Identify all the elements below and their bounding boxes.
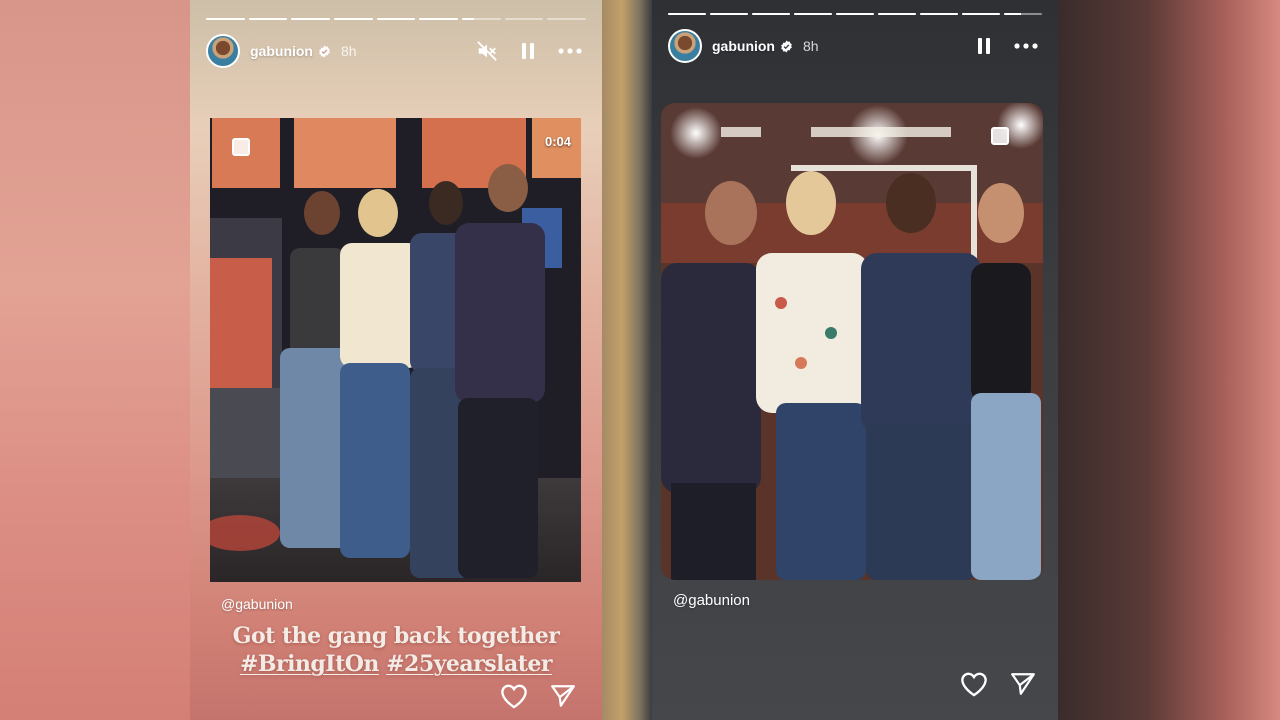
- post-time: 8h: [803, 38, 819, 54]
- progress-segment: [206, 18, 245, 20]
- story-panel-left[interactable]: gabunion 8h 0:04 @gabunion Got the gang …: [190, 0, 602, 720]
- story-progress-bar: [206, 18, 587, 20]
- hashtag-bringiton[interactable]: #BringItOn: [240, 651, 379, 677]
- heart-icon[interactable]: [960, 671, 988, 697]
- send-icon[interactable]: [550, 684, 576, 708]
- progress-segment: [547, 18, 587, 20]
- heart-icon[interactable]: [500, 683, 528, 709]
- story-photo[interactable]: [661, 103, 1043, 580]
- progress-segment: [419, 18, 459, 20]
- username[interactable]: gabunion: [250, 43, 313, 59]
- caption-line: Got the gang back together: [232, 623, 560, 649]
- more-icon[interactable]: [558, 48, 582, 54]
- progress-segment: [334, 18, 373, 20]
- avatar[interactable]: [206, 34, 240, 68]
- progress-segment: [248, 18, 288, 20]
- mention-sticker[interactable]: @gabunion: [221, 596, 293, 612]
- pause-icon[interactable]: [976, 37, 992, 55]
- story-progress-bar: [668, 13, 1042, 15]
- progress-segment: [794, 13, 832, 15]
- hashtag-25yearslater[interactable]: #25yearslater: [386, 651, 552, 677]
- username[interactable]: gabunion: [712, 38, 775, 54]
- progress-segment: [710, 13, 748, 15]
- blurred-backdrop-right: [1058, 0, 1280, 720]
- verified-badge-icon: [780, 40, 793, 53]
- story-header: gabunion 8h: [668, 28, 1038, 64]
- more-icon[interactable]: [1014, 43, 1038, 49]
- progress-segment: [1004, 13, 1042, 15]
- mention-sticker[interactable]: @gabunion: [673, 592, 750, 609]
- progress-segment: [878, 13, 916, 15]
- blurred-backdrop-middle: [602, 0, 652, 720]
- post-time: 8h: [341, 43, 357, 59]
- verified-badge-icon: [318, 45, 331, 58]
- progress-segment: [462, 18, 501, 20]
- progress-segment: [836, 13, 874, 15]
- muted-icon[interactable]: [476, 40, 498, 62]
- story-video[interactable]: 0:04: [210, 118, 581, 582]
- send-icon[interactable]: [1010, 672, 1036, 696]
- progress-segment: [668, 13, 706, 15]
- progress-segment: [376, 18, 416, 20]
- pause-icon[interactable]: [520, 42, 536, 60]
- progress-segment: [752, 13, 790, 15]
- story-caption: Got the gang back together #BringItOn #2…: [190, 622, 602, 678]
- story-actions: [960, 671, 1036, 697]
- progress-segment: [962, 13, 1000, 15]
- progress-segment: [504, 18, 544, 20]
- blurred-backdrop-left: [0, 0, 190, 720]
- progress-segment: [291, 18, 331, 20]
- video-duration: 0:04: [544, 134, 571, 149]
- progress-segment: [920, 13, 958, 15]
- avatar[interactable]: [668, 29, 702, 63]
- story-panel-right[interactable]: gabunion 8h @gabunion: [652, 0, 1058, 720]
- select-checkbox[interactable]: [232, 138, 250, 156]
- story-actions: [500, 683, 576, 709]
- select-checkbox[interactable]: [991, 127, 1009, 145]
- story-header: gabunion 8h: [206, 33, 582, 69]
